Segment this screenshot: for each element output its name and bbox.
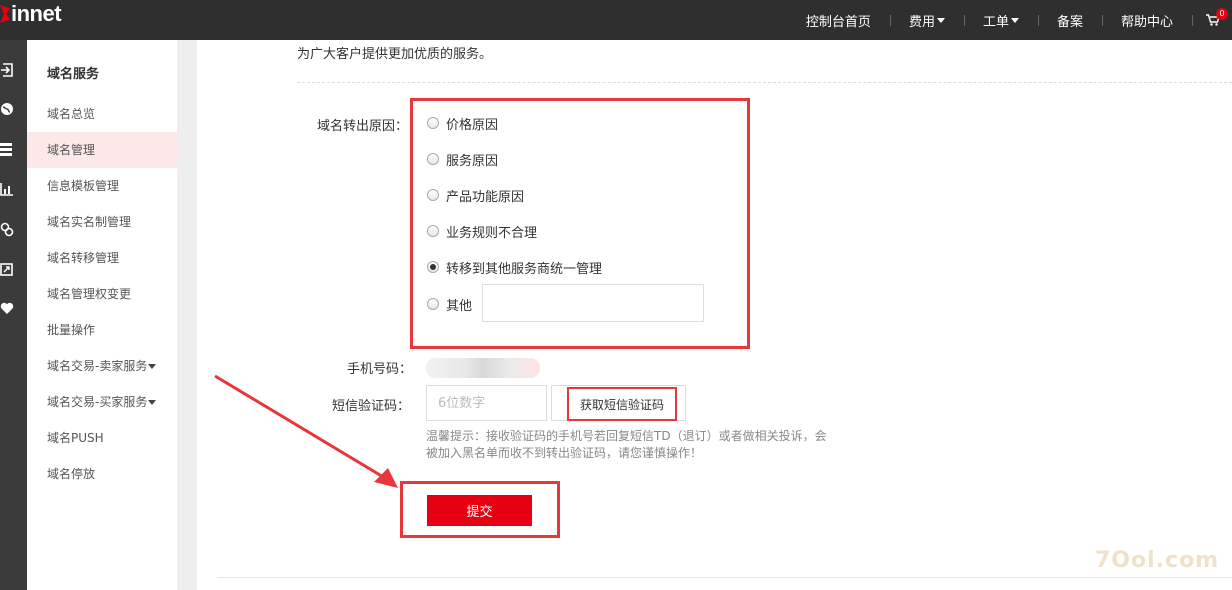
icon-rail <box>0 40 27 590</box>
phone-label: 手机号码： <box>347 362 413 377</box>
globe-icon[interactable] <box>0 101 14 117</box>
sidebar-item-label: 域名管理权变更 <box>47 287 132 301</box>
sidebar-item-label: 信息模板管理 <box>47 179 120 193</box>
intro-text: 为广大客户提供更加优质的服务。 <box>297 47 493 62</box>
watermark: 7Ool.com <box>1095 548 1220 573</box>
sidebar-item-transfer[interactable]: 域名转移管理 <box>27 240 177 276</box>
nav-label: 控制台首页 <box>805 14 871 30</box>
link-icon[interactable] <box>0 221 14 237</box>
sms-code-input[interactable] <box>426 385 547 421</box>
bottom-divider <box>217 577 1232 578</box>
sidebar-item-domain-management[interactable]: 域名管理 <box>27 132 177 168</box>
sidebar-item-real-name[interactable]: 域名实名制管理 <box>27 204 177 240</box>
nav-label: 帮助中心 <box>1120 14 1173 30</box>
phone-number-masked <box>425 358 540 378</box>
sms-label: 短信验证码： <box>332 399 411 414</box>
chart-icon[interactable] <box>0 181 14 197</box>
nav-tickets[interactable]: 工单 <box>963 0 1038 40</box>
sidebar: 域名服务 域名总览 域名管理 信息模板管理 域名实名制管理 域名转移管理 域名管… <box>27 40 177 590</box>
logo[interactable]: innet <box>0 1 62 26</box>
sign-in-icon[interactable] <box>0 62 14 78</box>
nav-label: 工单 <box>982 14 1009 30</box>
gutter <box>177 40 197 590</box>
cart-icon: 0 <box>1206 8 1228 26</box>
highlight-box-reasons <box>410 98 750 349</box>
server-icon[interactable] <box>0 141 14 157</box>
sidebar-item-seller-services[interactable]: 域名交易-卖家服务 <box>27 348 177 384</box>
get-sms-code-button[interactable]: 获取短信验证码 <box>567 387 677 421</box>
logo-mark-icon <box>0 5 10 23</box>
nav-label: 费用 <box>908 14 935 30</box>
nav-help-center[interactable]: 帮助中心 <box>1101 0 1192 40</box>
reason-label: 域名转出原因： <box>317 119 409 134</box>
sidebar-item-label: 域名交易-买家服务 <box>47 395 148 409</box>
sidebar-item-batch[interactable]: 批量操作 <box>27 312 177 348</box>
caret-down-icon <box>148 364 157 369</box>
sidebar-title: 域名服务 <box>47 67 100 82</box>
sidebar-item-label: 域名总览 <box>47 107 96 121</box>
sidebar-item-label: 域名转移管理 <box>47 251 120 265</box>
sidebar-item-label: 域名PUSH <box>47 431 104 445</box>
dashed-divider <box>297 82 1232 83</box>
sidebar-item-ownership-change[interactable]: 域名管理权变更 <box>27 276 177 312</box>
resize-icon[interactable] <box>0 261 14 277</box>
top-nav: 控制台首页 费用 工单 备案 帮助中心 0 <box>787 0 1232 40</box>
warning-tip: 温馨提示：接收验证码的手机号若回复短信TD（退订）或者做相关投诉，会被加入黑名单… <box>426 429 827 460</box>
sidebar-item-label: 域名交易-卖家服务 <box>47 359 148 373</box>
chevron-down-icon <box>936 17 945 23</box>
sidebar-item-domain-overview[interactable]: 域名总览 <box>27 96 177 132</box>
heart-icon[interactable] <box>0 300 14 316</box>
main-panel: 为广大客户提供更加优质的服务。 域名转出原因： 价格原因 服务原因 产品功能原因… <box>197 40 1232 590</box>
nav-label: 备案 <box>1056 14 1083 30</box>
chevron-down-icon <box>1010 17 1019 23</box>
nav-billing[interactable]: 费用 <box>889 0 964 40</box>
sidebar-item-label: 域名停放 <box>47 467 96 481</box>
nav-icp-filing[interactable]: 备案 <box>1037 0 1102 40</box>
logo-text: innet <box>11 1 62 26</box>
caret-down-icon <box>148 400 157 405</box>
sidebar-item-push[interactable]: 域名PUSH <box>27 420 177 456</box>
cart-count-badge: 0 <box>1216 8 1228 20</box>
sidebar-item-label: 域名管理 <box>47 143 96 157</box>
top-bar: innet 控制台首页 费用 工单 备案 帮助中心 0 <box>0 0 1232 40</box>
sidebar-item-info-templates[interactable]: 信息模板管理 <box>27 168 177 204</box>
sidebar-item-label: 域名实名制管理 <box>47 215 132 229</box>
nav-console-home[interactable]: 控制台首页 <box>787 0 890 40</box>
sidebar-item-parking[interactable]: 域名停放 <box>27 456 177 492</box>
submit-button[interactable]: 提交 <box>427 495 532 526</box>
nav-cart[interactable]: 0 <box>1192 0 1232 40</box>
sidebar-item-label: 批量操作 <box>47 323 96 337</box>
sidebar-item-buyer-services[interactable]: 域名交易-买家服务 <box>27 384 177 420</box>
